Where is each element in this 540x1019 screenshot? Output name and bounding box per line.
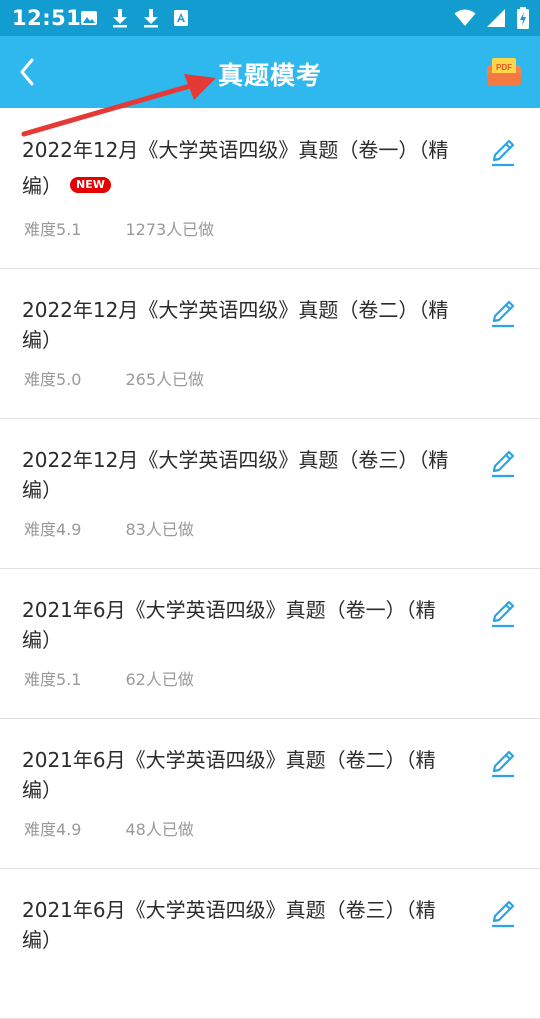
exam-meta: 难度4.9 48人已做 <box>24 816 194 840</box>
battery-charging-icon <box>517 7 529 29</box>
pencil-icon[interactable] <box>490 599 516 629</box>
text-icon <box>174 10 188 26</box>
exam-title-text: 2022年12月《大学英语四级》真题（卷三）（精编） <box>22 448 449 502</box>
pdf-icon-label: PDF <box>496 63 512 72</box>
list-item[interactable]: 2022年12月《大学英语四级》真题（卷三）（精编） 难度4.9 83人已做 <box>0 419 540 569</box>
exam-list: 2022年12月《大学英语四级》真题（卷一）（精编） NEW 难度5.1 1273人… <box>0 108 540 1019</box>
list-item[interactable]: 2021年6月《大学英语四级》真题（卷三）（精编） <box>0 869 540 1019</box>
difficulty-text: 难度5.1 <box>24 220 82 239</box>
exam-title[interactable]: 2021年6月《大学英语四级》真题（卷二）（精编） <box>22 745 452 805</box>
difficulty-text: 难度5.1 <box>24 670 82 689</box>
exam-title-text: 2021年6月《大学英语四级》真题（卷三）（精编） <box>22 898 436 952</box>
list-item[interactable]: 2022年12月《大学英语四级》真题（卷一）（精编） NEW 难度5.1 1273人… <box>0 108 540 269</box>
done-count-text: 83人已做 <box>125 520 194 539</box>
exam-title[interactable]: 2021年6月《大学英语四级》真题（卷三）（精编） <box>22 895 452 955</box>
pencil-icon[interactable] <box>490 899 516 929</box>
image-icon <box>81 11 97 25</box>
pencil-icon[interactable] <box>490 749 516 779</box>
difficulty-text: 难度4.9 <box>24 520 82 539</box>
exam-title[interactable]: 2022年12月《大学英语四级》真题（卷三）（精编） <box>22 445 452 505</box>
done-count-text: 48人已做 <box>125 820 194 839</box>
pencil-icon[interactable] <box>490 299 516 329</box>
exam-meta: 难度5.0 265人已做 <box>24 366 204 390</box>
done-count-text: 265人已做 <box>125 370 204 389</box>
done-count-text: 1273人已做 <box>125 220 215 239</box>
exam-title[interactable]: 2021年6月《大学英语四级》真题（卷一）（精编） <box>22 595 452 655</box>
done-count-text: 62人已做 <box>125 670 194 689</box>
list-item[interactable]: 2021年6月《大学英语四级》真题（卷二）（精编） 难度4.9 48人已做 <box>0 719 540 869</box>
system-icons <box>454 7 530 29</box>
difficulty-text: 难度4.9 <box>24 820 82 839</box>
pencil-icon[interactable] <box>490 138 516 168</box>
pdf-icon[interactable]: PDF <box>486 56 522 88</box>
exam-meta: 难度5.1 62人已做 <box>24 666 194 690</box>
exam-title-text: 2021年6月《大学英语四级》真题（卷一）（精编） <box>22 598 436 652</box>
status-bar: 12:51 <box>0 0 540 36</box>
difficulty-text: 难度5.0 <box>24 370 82 389</box>
exam-title-text: 2021年6月《大学英语四级》真题（卷二）（精编） <box>22 748 436 802</box>
exam-title[interactable]: 2022年12月《大学英语四级》真题（卷二）（精编） <box>22 295 452 355</box>
status-time: 12:51 <box>12 6 82 30</box>
notification-icons <box>80 8 189 28</box>
list-item[interactable]: 2021年6月《大学英语四级》真题（卷一）（精编） 难度5.1 62人已做 <box>0 569 540 719</box>
new-badge: NEW <box>70 176 111 193</box>
exam-meta: 难度5.1 1273人已做 <box>24 216 214 240</box>
list-item[interactable]: 2022年12月《大学英语四级》真题（卷二）（精编） 难度5.0 265人已做 <box>0 269 540 419</box>
download-icon <box>144 9 158 28</box>
exam-meta: 难度4.9 83人已做 <box>24 516 194 540</box>
page-title: 真题模考 <box>217 61 322 90</box>
exam-title-text: 2022年12月《大学英语四级》真题（卷二）（精编） <box>22 298 449 352</box>
app-bar: 真题模考 PDF <box>0 36 540 108</box>
signal-icon <box>487 9 505 27</box>
wifi-icon <box>454 9 476 26</box>
pencil-icon[interactable] <box>490 449 516 479</box>
exam-title[interactable]: 2022年12月《大学英语四级》真题（卷一）（精编） NEW <box>22 132 452 204</box>
download-icon <box>113 9 127 28</box>
